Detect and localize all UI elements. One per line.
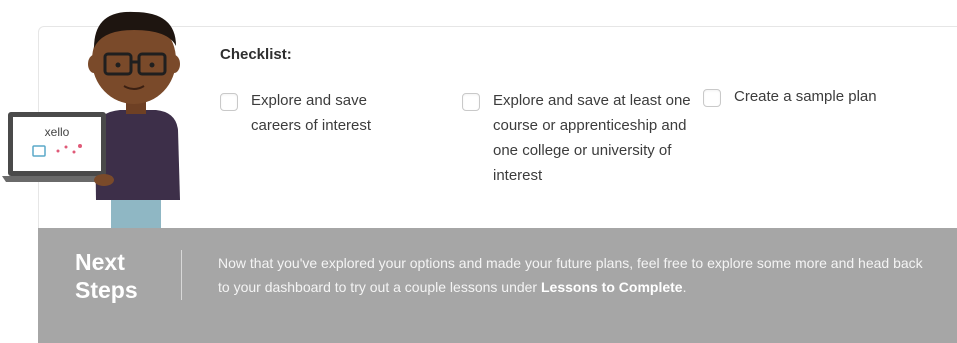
checkbox[interactable]: [220, 93, 238, 111]
checklist-item-plan[interactable]: Create a sample plan: [703, 88, 934, 109]
next-steps-banner: Next Steps Now that you've explored your…: [38, 228, 957, 343]
next-steps-title: Next Steps: [75, 249, 138, 303]
divider: [181, 250, 182, 300]
checkbox[interactable]: [462, 93, 480, 111]
checklist-item-careers[interactable]: Explore and save careers of interest: [220, 92, 411, 138]
checkbox[interactable]: [703, 89, 721, 107]
checklist-item-label: Explore and save at least one course or …: [493, 92, 691, 184]
next-steps-text-end: .: [682, 279, 687, 295]
checklist-item-label: Create a sample plan: [734, 88, 877, 105]
lessons-to-complete-link[interactable]: Lessons to Complete: [541, 279, 683, 295]
person-with-laptop-icon: xello: [2, 11, 180, 230]
checklist-item-course[interactable]: Explore and save at least one course or …: [462, 92, 693, 188]
next-steps-text: Now that you've explored your options an…: [218, 251, 938, 299]
checklist-item-label: Explore and save careers of interest: [251, 92, 372, 134]
checklist-title: Checklist:: [220, 46, 292, 63]
laptop-logo: xello: [45, 125, 70, 139]
